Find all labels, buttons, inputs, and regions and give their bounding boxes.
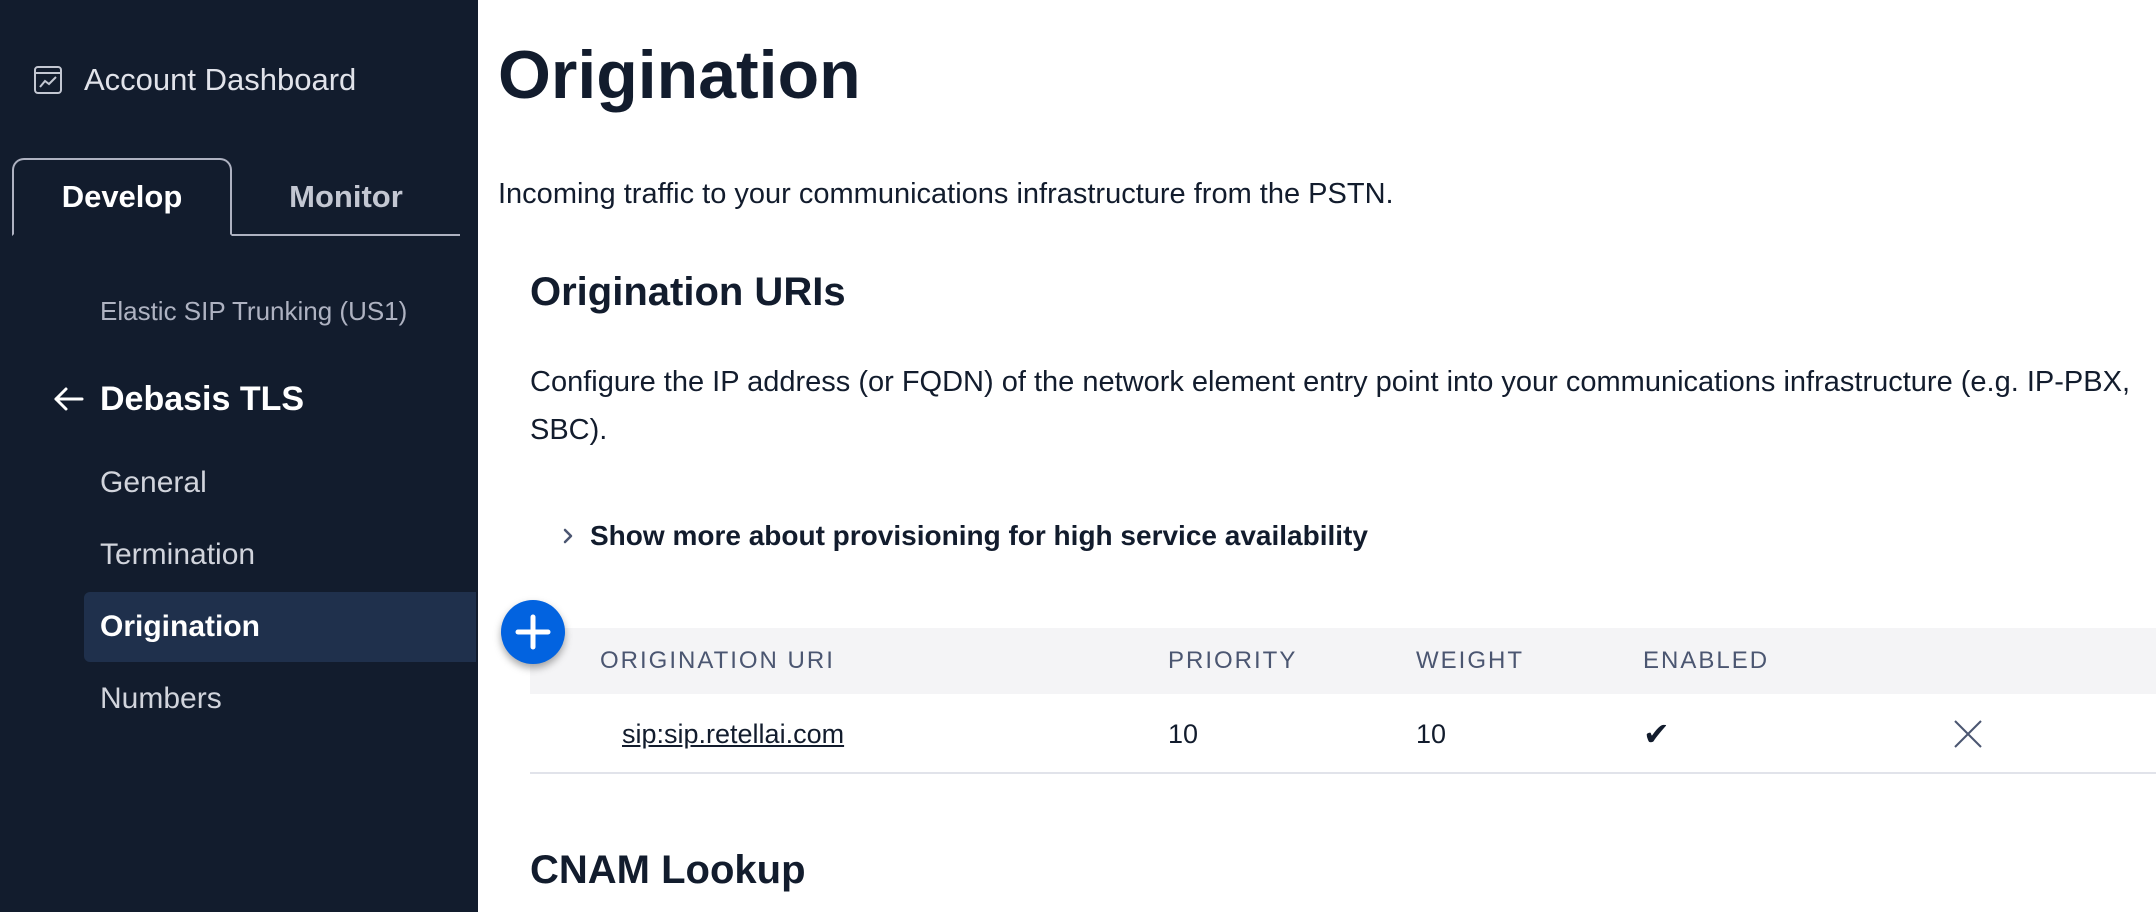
delete-uri-button[interactable] — [1948, 714, 1988, 754]
origination-uris-description: Configure the IP address (or FQDN) of th… — [530, 366, 2130, 446]
close-icon — [1954, 720, 1982, 748]
sidebar: Account Dashboard Develop Monitor Elasti… — [0, 0, 478, 912]
enabled-check: ✔ — [1643, 716, 1670, 752]
origination-uri-link[interactable]: sip:sip.retellai.com — [622, 694, 844, 774]
chevron-right-icon — [558, 526, 578, 546]
main-content: Origination Incoming traffic to your com… — [478, 0, 2156, 912]
weight-value: 10 — [1416, 719, 1447, 749]
plus-icon — [515, 614, 551, 650]
back-to-trunk-link[interactable]: Debasis TLS — [50, 372, 304, 426]
sidebar-item-numbers[interactable]: Numbers — [84, 664, 476, 734]
tab-develop[interactable]: Develop — [12, 158, 232, 236]
sidebar-item-origination[interactable]: Origination — [84, 592, 476, 662]
breadcrumb[interactable]: Elastic SIP Trunking (US1) — [100, 296, 407, 327]
show-more-toggle[interactable]: Show more about provisioning for high se… — [558, 516, 1368, 556]
origination-uris-heading: Origination URIs — [530, 270, 846, 314]
sidebar-item-termination[interactable]: Termination — [84, 520, 476, 590]
table-row: sip:sip.retellai.com 10 10 ✔ — [530, 694, 2156, 774]
column-header-enabled: ENABLED — [1643, 647, 1770, 674]
sidebar-item-general[interactable]: General — [84, 448, 476, 518]
priority-value: 10 — [1168, 719, 1199, 749]
column-header-priority: PRIORITY — [1168, 647, 1298, 674]
sidebar-tabs: Develop Monitor — [12, 158, 460, 236]
account-dashboard-link[interactable]: Account Dashboard — [32, 56, 356, 104]
arrow-left-icon — [50, 381, 86, 417]
trunk-name: Debasis TLS — [100, 379, 305, 418]
page-title: Origination — [498, 37, 861, 113]
add-uri-button[interactable] — [501, 600, 565, 664]
account-dashboard-label: Account Dashboard — [84, 62, 357, 97]
column-header-uri: ORIGINATION URI — [600, 647, 835, 674]
page-description: Incoming traffic to your communications … — [498, 178, 1394, 210]
show-more-label: Show more about provisioning for high se… — [590, 520, 1368, 551]
table-header: ORIGINATION URI PRIORITY WEIGHT ENABLED — [530, 628, 2156, 694]
chart-icon — [32, 64, 64, 96]
tab-monitor[interactable]: Monitor — [232, 158, 460, 236]
column-header-weight: WEIGHT — [1416, 647, 1524, 674]
cnam-lookup-heading: CNAM Lookup — [530, 848, 806, 892]
